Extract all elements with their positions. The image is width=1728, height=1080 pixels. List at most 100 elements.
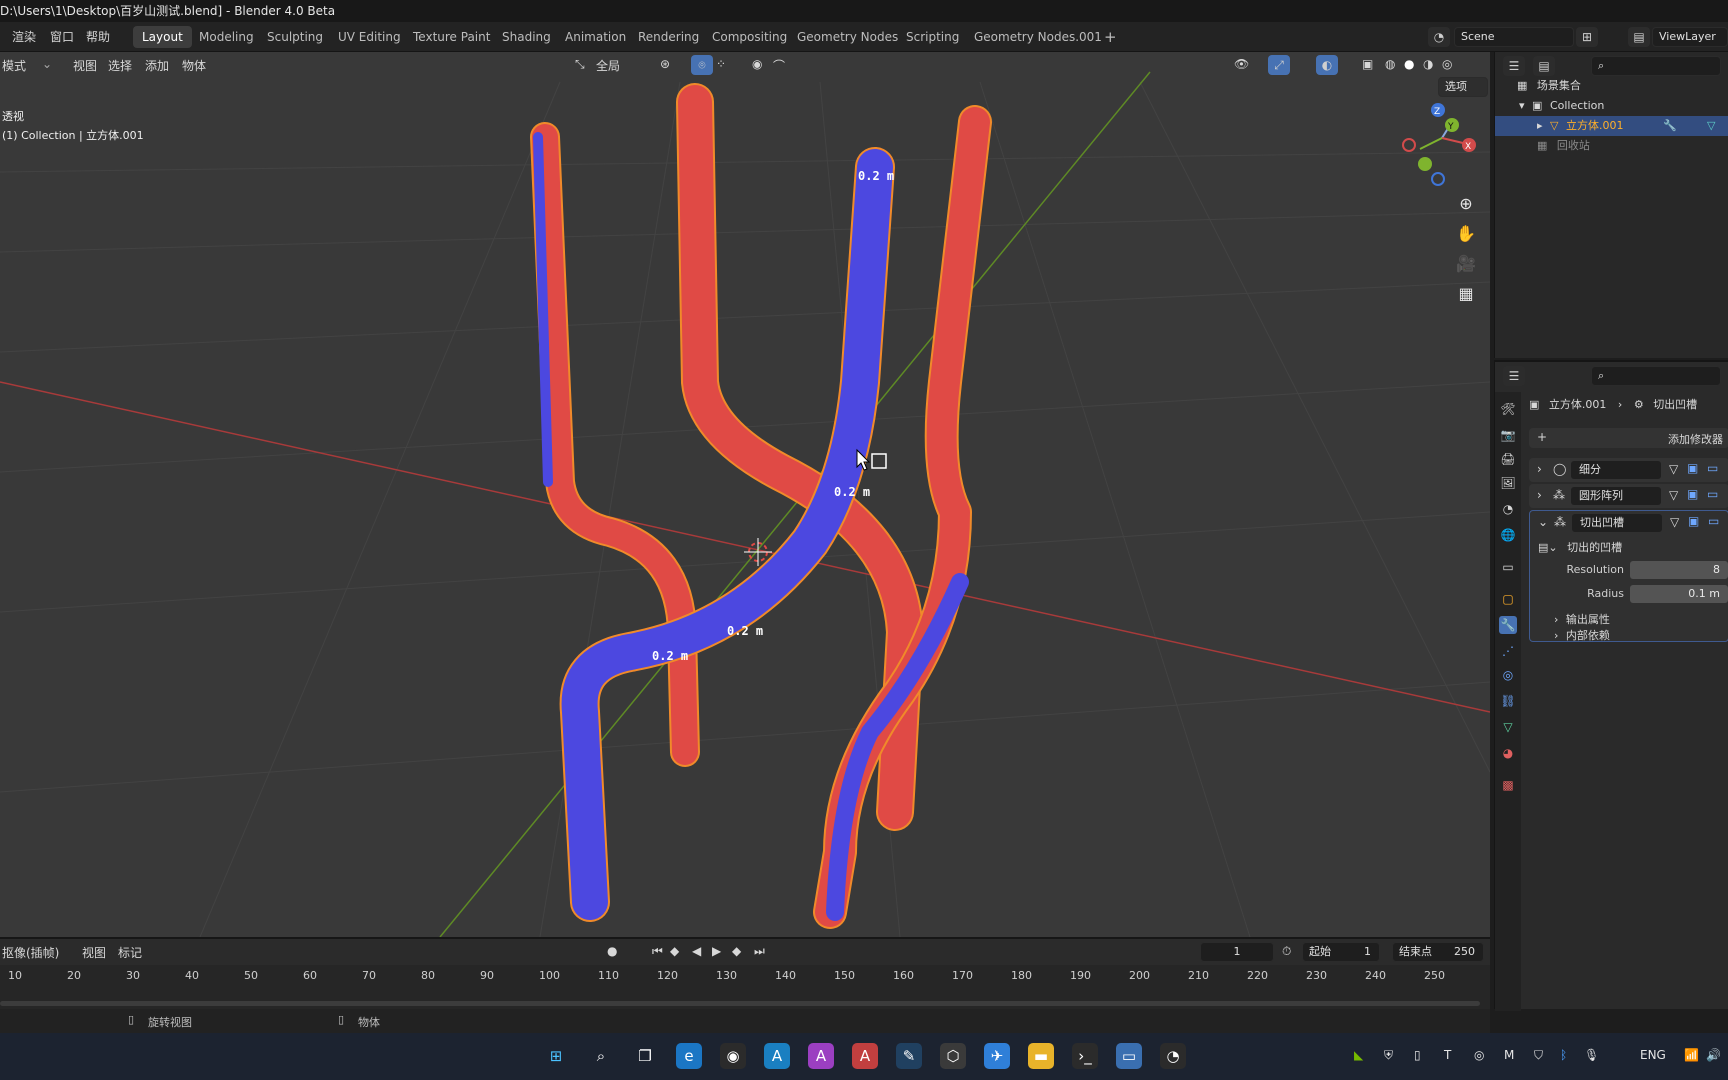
- davinci-resolve-icon[interactable]: ◉: [720, 1043, 746, 1069]
- security-tray-icon[interactable]: ⛨: [1384, 1048, 1393, 1063]
- prev-keyframe-icon[interactable]: ◆: [670, 944, 679, 958]
- volume-icon[interactable]: 🔊: [1706, 1048, 1721, 1062]
- viewport-toggle-icon[interactable]: ▣: [1687, 487, 1698, 501]
- render-toggle-icon[interactable]: ▭: [1707, 487, 1718, 501]
- stopwatch-icon[interactable]: ⏱: [1282, 944, 1291, 959]
- view-layer-tab-icon[interactable]: 🖼: [1499, 474, 1517, 492]
- jump-end-icon[interactable]: ⏭: [754, 944, 765, 959]
- scene-type-icon[interactable]: ◔: [1428, 27, 1450, 47]
- viewport-menu-object[interactable]: 物体: [182, 57, 206, 74]
- usb-tray-icon[interactable]: ▯: [1414, 1048, 1421, 1062]
- shield-tray-icon[interactable]: ⛉: [1534, 1048, 1543, 1063]
- affinity-photo-icon[interactable]: A: [808, 1043, 834, 1069]
- add-modifier-button[interactable]: + 添加修改器: [1529, 428, 1728, 448]
- modifier-subdivision[interactable]: › ◯ 细分 ▽ ▣ ▭: [1529, 458, 1728, 482]
- tab-rendering[interactable]: Rendering: [629, 26, 708, 48]
- feishu-icon[interactable]: ✈: [984, 1043, 1010, 1069]
- add-workspace-button[interactable]: +: [1095, 26, 1126, 48]
- material-shading-icon[interactable]: ◑: [1423, 57, 1433, 71]
- active-window-icon[interactable]: ▭: [1116, 1043, 1142, 1069]
- material-tab-icon[interactable]: ◕: [1499, 744, 1517, 762]
- tab-modeling[interactable]: Modeling: [190, 26, 263, 48]
- timeline-menu-marker[interactable]: 标记: [118, 944, 142, 961]
- visibility-icon[interactable]: 👁: [1234, 57, 1249, 71]
- transform-orientation-select[interactable]: 全局: [596, 57, 620, 74]
- snap-icon[interactable]: ⌾: [691, 55, 713, 75]
- start-icon[interactable]: ⊞: [543, 1043, 569, 1069]
- tab-animation[interactable]: Animation: [556, 26, 635, 48]
- timeline-scrollbar[interactable]: [0, 1001, 1480, 1006]
- current-frame-field[interactable]: 1: [1200, 942, 1274, 962]
- constraints-tab-icon[interactable]: ⛓: [1499, 692, 1517, 710]
- editor-type-icon[interactable]: ☰: [1503, 366, 1525, 386]
- tab-uv-editing[interactable]: UV Editing: [329, 26, 410, 48]
- options-dropdown[interactable]: 选项: [1438, 77, 1488, 97]
- modifier-name-field[interactable]: 切出凹槽: [1572, 514, 1662, 532]
- node-group-selector[interactable]: ▤⌄ 切出的凹槽: [1538, 539, 1724, 557]
- viewport-menu-add[interactable]: 添加: [145, 57, 169, 74]
- menu-help[interactable]: 帮助: [86, 28, 110, 45]
- tab-sculpting[interactable]: Sculpting: [258, 26, 332, 48]
- view-layer-selector[interactable]: ViewLayer: [1652, 27, 1728, 47]
- edge-browser-icon[interactable]: e: [676, 1043, 702, 1069]
- tube-meshes[interactable]: [530, 83, 992, 929]
- world-tab-icon[interactable]: 🌐: [1499, 526, 1517, 544]
- outliner-row-scene-collection[interactable]: ▦ 场景集合: [1495, 76, 1728, 96]
- camera-view-icon[interactable]: 🎥: [1452, 250, 1480, 278]
- render-toggle-icon[interactable]: ▭: [1708, 514, 1719, 528]
- proportional-edit-icon[interactable]: ◉: [752, 57, 762, 71]
- expand-arrow-icon[interactable]: ▸: [1537, 119, 1543, 132]
- task-view-icon[interactable]: ❐: [632, 1043, 658, 1069]
- affinity-publisher-icon[interactable]: A: [852, 1043, 878, 1069]
- steam-tray-icon[interactable]: ◎: [1474, 1048, 1484, 1062]
- tab-shading[interactable]: Shading: [493, 26, 560, 48]
- modifier-wrench-icon[interactable]: 🔧: [1663, 116, 1677, 136]
- start-frame-field[interactable]: 起始 1: [1302, 942, 1380, 962]
- outliner-row-object[interactable]: ▸ ▽ 立方体.001 🔧 ▽: [1495, 116, 1728, 136]
- microphone-tray-icon[interactable]: 🎙: [1584, 1048, 1599, 1062]
- tab-geometry-nodes-001[interactable]: Geometry Nodes.001: [965, 26, 1111, 48]
- rendered-shading-icon[interactable]: ◎: [1442, 57, 1452, 71]
- end-frame-field[interactable]: 结束点 250: [1392, 942, 1484, 962]
- mode-selector[interactable]: 模式: [2, 57, 26, 74]
- particles-tab-icon[interactable]: ⋰: [1499, 642, 1517, 660]
- blender-icon[interactable]: ◔: [1160, 1043, 1186, 1069]
- outliner-row-trash[interactable]: ▦ 回收站: [1495, 136, 1728, 156]
- resolution-field[interactable]: 8: [1630, 561, 1728, 579]
- radius-field[interactable]: 0.1 m: [1630, 585, 1728, 603]
- scene-selector[interactable]: Scene: [1454, 27, 1574, 47]
- editmode-toggle-icon[interactable]: ▽: [1669, 462, 1678, 476]
- timeline-menu-view[interactable]: 视图: [82, 944, 106, 961]
- outliner-search-input[interactable]: ⌕: [1591, 56, 1721, 76]
- zoom-icon[interactable]: ⊕: [1452, 190, 1480, 218]
- modifier-name-field[interactable]: 圆形阵列: [1571, 487, 1661, 505]
- editmode-toggle-icon[interactable]: ▽: [1669, 488, 1678, 502]
- panel-internal-dependencies[interactable]: › 内部依赖: [1554, 627, 1610, 643]
- editor-type-icon[interactable]: ☰: [1503, 56, 1525, 76]
- language-indicator[interactable]: ENG: [1640, 1048, 1666, 1062]
- pin-scene-icon[interactable]: ⊞: [1576, 27, 1598, 47]
- wifi-icon[interactable]: 📶: [1684, 1048, 1699, 1062]
- expand-arrow-icon[interactable]: ▾: [1519, 99, 1525, 112]
- viewport-canvas[interactable]: 0.2 m 0.2 m 0.2 m 0.2 m Z Y X: [0, 52, 1490, 937]
- play-icon[interactable]: ▶: [712, 944, 721, 958]
- mesh-data-icon[interactable]: ▽: [1707, 116, 1715, 136]
- tab-layout[interactable]: Layout: [133, 26, 192, 48]
- teams-tray-icon[interactable]: T: [1444, 1048, 1451, 1062]
- wireframe-shading-icon[interactable]: ◍: [1385, 57, 1395, 71]
- view-layer-icon[interactable]: ▤: [1628, 27, 1650, 47]
- texture-tab-icon[interactable]: ▩: [1499, 776, 1517, 794]
- physics-tab-icon[interactable]: ◎: [1499, 666, 1517, 684]
- scene-tab-icon[interactable]: ◔: [1499, 500, 1517, 518]
- jump-start-icon[interactable]: ⏮: [652, 944, 663, 959]
- tab-geometry-nodes[interactable]: Geometry Nodes: [788, 26, 907, 48]
- modifier-name-field[interactable]: 细分: [1571, 461, 1661, 479]
- menu-window[interactable]: 窗口: [50, 28, 74, 45]
- viewport-toggle-icon[interactable]: ▣: [1688, 514, 1699, 528]
- transform-orientation-icon[interactable]: ⤡: [575, 57, 585, 72]
- viewport-menu-view[interactable]: 视图: [73, 57, 97, 74]
- file-explorer-icon[interactable]: ▬: [1028, 1043, 1054, 1069]
- package-app-icon[interactable]: ⬡: [940, 1043, 966, 1069]
- play-reverse-icon[interactable]: ◀: [692, 944, 701, 958]
- bluetooth-tray-icon[interactable]: ᛒ: [1560, 1048, 1567, 1062]
